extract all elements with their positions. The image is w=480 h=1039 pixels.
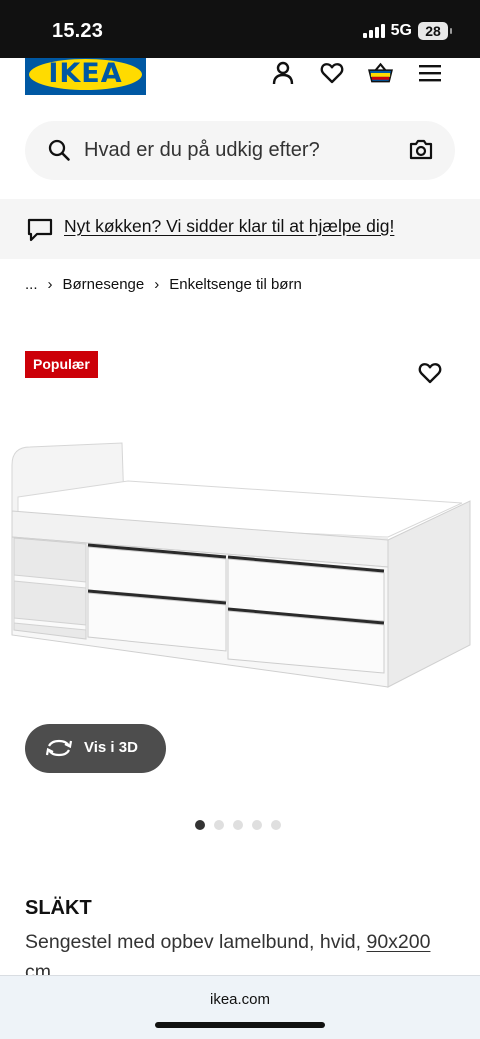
browser-url[interactable]: ikea.com xyxy=(0,991,480,1008)
product-name: SLÄKT xyxy=(25,897,92,919)
carousel-dot[interactable] xyxy=(195,820,205,830)
chevron-right-icon: › xyxy=(47,276,53,293)
status-indicators: 5G 28 xyxy=(362,22,452,40)
carousel-dot[interactable] xyxy=(252,820,262,830)
chevron-right-icon: › xyxy=(154,276,160,293)
product-size-link[interactable]: 90x200 xyxy=(366,931,430,953)
carousel-dot[interactable] xyxy=(271,820,281,830)
product-description-text: Sengestel med opbev lamelbund, hvid, xyxy=(25,931,367,953)
carousel-dot[interactable] xyxy=(233,820,243,830)
breadcrumb-item-enkeltsenge[interactable]: Enkeltsenge til børn xyxy=(169,276,302,293)
battery-icon: 28 xyxy=(418,22,452,40)
rotate-3d-icon xyxy=(45,738,73,763)
popular-badge: Populær xyxy=(25,351,98,378)
basket-icon[interactable] xyxy=(368,60,393,85)
view-3d-label: Vis i 3D xyxy=(84,739,138,756)
signal-icon xyxy=(362,24,385,38)
search-icon xyxy=(48,139,70,166)
logo-text: IKEA xyxy=(48,58,123,89)
home-indicator[interactable] xyxy=(155,1022,325,1028)
heart-icon[interactable] xyxy=(319,60,344,85)
banner-link[interactable]: Nyt køkken? Vi sidder klar til at hjælpe… xyxy=(64,216,394,237)
chat-icon xyxy=(27,218,53,247)
search-bar[interactable]: Hvad er du på udkig efter? xyxy=(25,121,455,180)
menu-icon[interactable] xyxy=(417,60,442,85)
user-icon[interactable] xyxy=(270,60,295,85)
network-type: 5G xyxy=(390,22,412,39)
browser-address-bar[interactable]: ikea.com xyxy=(0,975,480,1039)
image-carousel-dots[interactable] xyxy=(195,820,281,830)
status-bar: 15.23 5G 28 xyxy=(0,0,480,58)
header-icons xyxy=(270,60,442,85)
camera-icon[interactable] xyxy=(409,138,433,165)
favourite-heart-icon[interactable] xyxy=(418,362,442,389)
breadcrumb-item-boernesenge[interactable]: Børnesenge xyxy=(63,276,145,293)
product-image[interactable] xyxy=(0,425,480,725)
ikea-logo[interactable]: IKEA xyxy=(25,58,146,95)
breadcrumb-ellipsis[interactable]: ... xyxy=(25,276,38,293)
status-time: 15.23 xyxy=(52,20,104,42)
view-3d-button[interactable]: Vis i 3D xyxy=(25,724,166,773)
search-input[interactable]: Hvad er du på udkig efter? xyxy=(84,139,320,162)
site-header: IKEA xyxy=(0,58,480,108)
breadcrumb: ... › Børnesenge › Enkeltsenge til børn xyxy=(25,276,302,293)
carousel-dot[interactable] xyxy=(214,820,224,830)
kitchen-help-banner[interactable]: Nyt køkken? Vi sidder klar til at hjælpe… xyxy=(0,199,480,259)
